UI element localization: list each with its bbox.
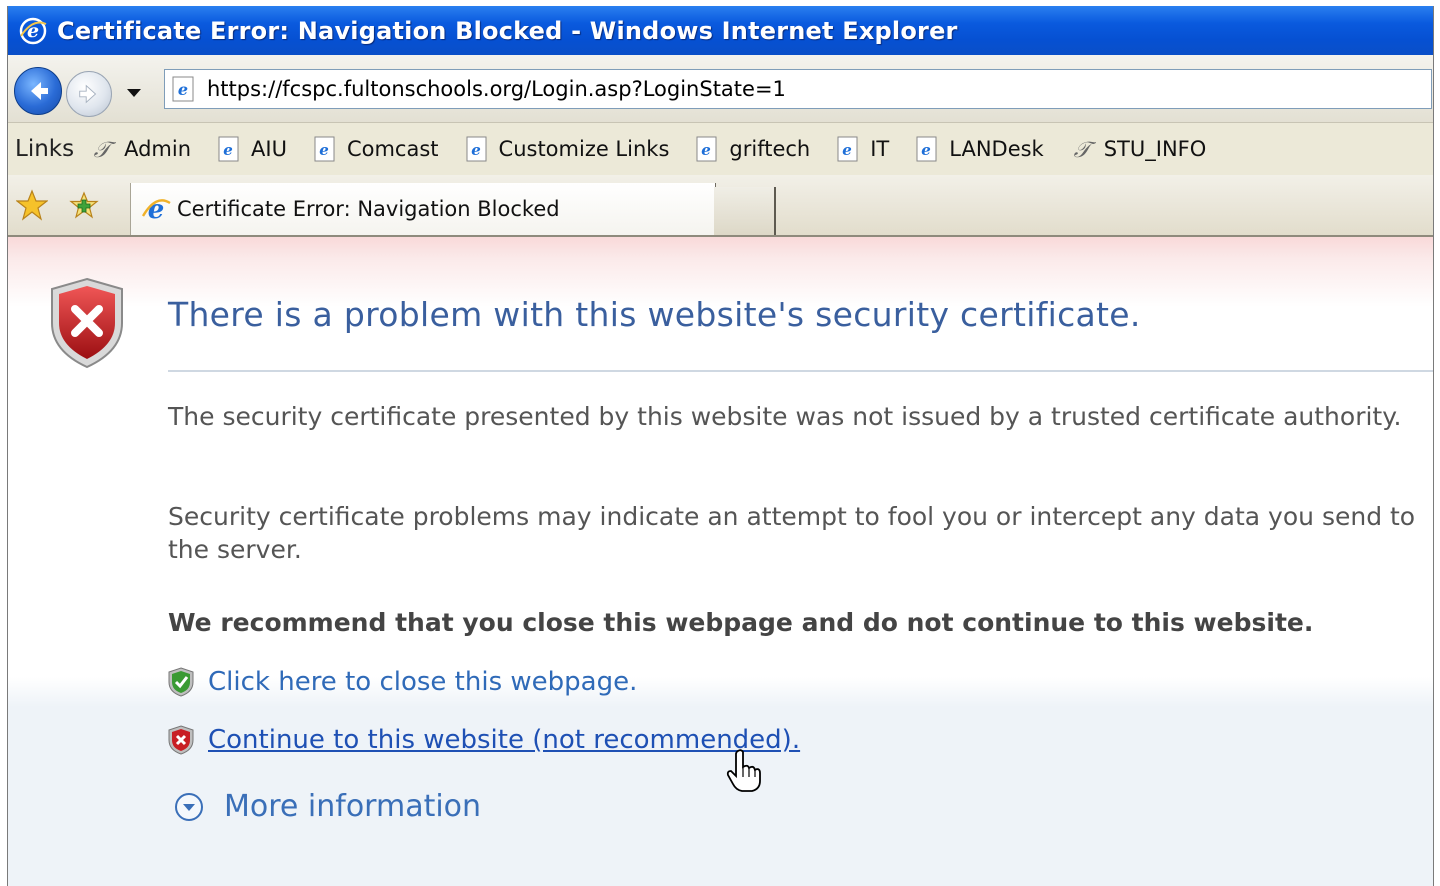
link-comcast[interactable]: e Comcast (311, 135, 439, 163)
script-icon: 𝒯 (1068, 135, 1095, 163)
title-bar: e Certificate Error: Navigation Blocked … (8, 6, 1433, 55)
tab-certificate-error[interactable]: e Certificate Error: Navigation Blocked (130, 183, 716, 235)
link-it[interactable]: e IT (834, 135, 889, 163)
page-content: There is a problem with this website's s… (8, 237, 1433, 886)
link-label: LANDesk (949, 137, 1044, 161)
tab-bar: e Certificate Error: Navigation Blocked (8, 175, 1433, 237)
svg-text:𝒯: 𝒯 (1073, 138, 1095, 161)
svg-text:e: e (702, 141, 712, 159)
new-tab-button[interactable] (714, 187, 776, 235)
red-shield-x-icon (168, 725, 194, 755)
back-button[interactable] (14, 67, 62, 115)
link-label: IT (870, 137, 890, 161)
add-favorites-icon[interactable] (68, 189, 100, 221)
recent-pages-dropdown[interactable] (124, 85, 144, 101)
navigation-toolbar: e https://fcspc.fultonschools.org/Login.… (8, 55, 1433, 123)
url-text[interactable]: https://fcspc.fultonschools.org/Login.as… (207, 77, 786, 101)
script-icon: 𝒯 (88, 135, 116, 163)
link-label: Customize Links (498, 137, 670, 161)
more-information-toggle[interactable]: More information (174, 789, 481, 824)
ie-page-icon: e (834, 135, 862, 163)
address-bar[interactable]: e https://fcspc.fultonschools.org/Login.… (164, 69, 1432, 109)
forward-button[interactable] (66, 71, 112, 117)
continue-to-website-link[interactable]: Continue to this website (not recommende… (208, 725, 800, 755)
close-webpage-link[interactable]: Click here to close this webpage. (208, 667, 637, 697)
recommendation-text: We recommend that you close this webpage… (168, 608, 1314, 637)
svg-text:𝒯: 𝒯 (94, 138, 116, 161)
tab-title: Certificate Error: Navigation Blocked (177, 197, 560, 221)
link-landesk[interactable]: e LANDesk (913, 135, 1044, 163)
ie-page-icon: e (311, 135, 339, 163)
svg-text:e: e (471, 141, 481, 159)
continue-option[interactable]: Continue to this website (not recommende… (168, 725, 800, 755)
favorites-star-icon[interactable] (16, 189, 48, 221)
svg-text:e: e (178, 80, 188, 99)
ie-page-icon: e (693, 135, 721, 163)
warning-paragraph: Security certificate problems may indica… (168, 502, 1416, 564)
security-error-shield-icon (51, 277, 123, 369)
hand-pointer-cursor-icon (726, 749, 761, 792)
description-paragraph: The security certificate presented by th… (168, 402, 1402, 431)
expand-circle-icon (175, 792, 203, 821)
chevron-down-icon (127, 89, 141, 97)
svg-text:e: e (319, 141, 329, 159)
link-label: AIU (251, 137, 287, 161)
link-customize-links[interactable]: e Customize Links (463, 135, 670, 163)
svg-text:e: e (921, 141, 931, 159)
page-title: There is a problem with this website's s… (168, 295, 1141, 334)
divider (168, 370, 1433, 372)
link-stu-info[interactable]: 𝒯 STU_INFO (1068, 135, 1207, 163)
links-toolbar: Links 𝒯 Admin e AIU e Comcast e Customiz… (8, 123, 1433, 176)
link-aiu[interactable]: e AIU (215, 135, 287, 163)
more-information-label[interactable]: More information (224, 789, 481, 824)
link-label: griftech (729, 137, 811, 161)
link-label: Comcast (346, 137, 439, 161)
link-admin[interactable]: 𝒯 Admin (88, 135, 191, 163)
close-webpage-option[interactable]: Click here to close this webpage. (168, 667, 637, 697)
green-shield-check-icon (168, 667, 194, 697)
link-griftech[interactable]: e griftech (693, 135, 810, 163)
ie-page-icon: e (463, 135, 491, 163)
ie-page-icon: e (215, 135, 243, 163)
svg-text:e: e (223, 141, 233, 159)
forward-arrow-icon (79, 84, 97, 104)
page-favicon-icon: e (172, 76, 194, 102)
window-title: Certificate Error: Navigation Blocked - … (57, 16, 958, 45)
browser-window: e Certificate Error: Navigation Blocked … (7, 6, 1434, 886)
ie-logo-icon: e (17, 15, 49, 47)
ie-logo-icon: e (141, 195, 171, 224)
back-arrow-icon (31, 82, 48, 100)
link-label: Admin (124, 137, 192, 161)
svg-text:e: e (842, 141, 852, 159)
links-label: Links (15, 136, 75, 162)
ie-page-icon: e (913, 135, 941, 163)
link-label: STU_INFO (1103, 137, 1207, 161)
